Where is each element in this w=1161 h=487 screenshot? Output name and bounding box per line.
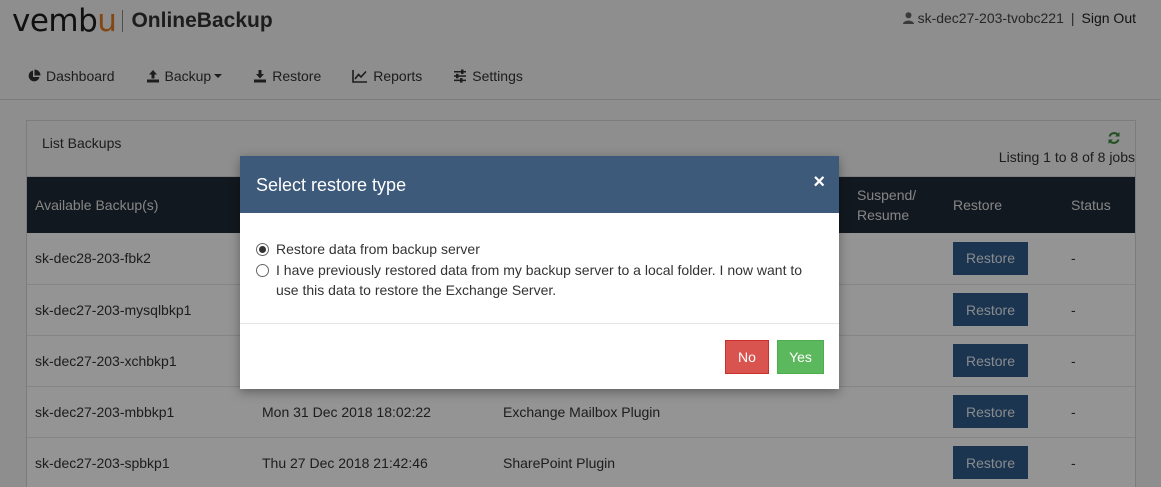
close-icon[interactable]: ×: [813, 172, 825, 192]
radio-restore-from-local-folder[interactable]: [256, 263, 269, 277]
modal-footer: No Yes: [240, 324, 839, 388]
modal-body: Restore data from backup server I have p…: [240, 213, 839, 324]
option-restore-from-server-label: Restore data from backup server: [276, 241, 480, 257]
modal-header: Select restore type ×: [240, 156, 839, 213]
select-restore-type-dialog: Select restore type × Restore data from …: [240, 156, 839, 389]
radio-restore-from-server[interactable]: [256, 243, 269, 256]
no-button[interactable]: No: [725, 340, 769, 374]
yes-button[interactable]: Yes: [777, 340, 824, 374]
option-restore-from-local-folder[interactable]: I have previously restored data from my …: [256, 260, 819, 301]
option-restore-from-server[interactable]: Restore data from backup server: [256, 239, 819, 260]
option-restore-from-local-folder-label: I have previously restored data from my …: [276, 261, 803, 299]
modal-title: Select restore type: [256, 175, 407, 195]
